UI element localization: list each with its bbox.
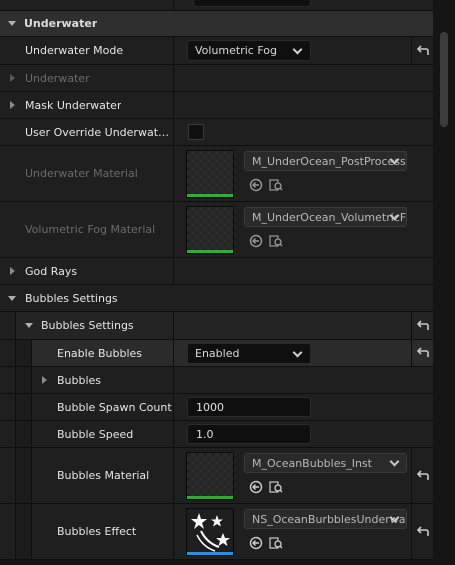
use-selected-arrow-icon[interactable] — [249, 178, 263, 192]
underwater-mode-value: Volumetric Fog — [195, 44, 277, 57]
underwater-material-label: Underwater Material — [25, 167, 138, 180]
row-enable-bubbles: Enable Bubbles Enabled — [0, 340, 433, 367]
row-bubbles-group[interactable]: Bubbles — [0, 367, 433, 394]
reset-bubbles-effect-button[interactable] — [411, 504, 433, 559]
row-underwater-mode: Underwater Mode Volumetric Fog — [0, 37, 433, 65]
underwater-mode-label: Underwater Mode — [25, 44, 124, 57]
browse-asset-icon[interactable] — [269, 480, 283, 494]
niagara-stars-icon — [191, 513, 230, 552]
bubble-speed-label: Bubble Speed — [57, 427, 134, 441]
underwater-material-picker[interactable]: M_UnderOcean_PostProcess — [244, 151, 407, 171]
reset-arrow-icon — [416, 347, 429, 357]
top-remnant-row — [0, 0, 433, 11]
use-selected-arrow-icon[interactable] — [249, 536, 263, 550]
vertical-scrollbar[interactable] — [433, 0, 455, 565]
bubbles-settings-sub-title: Bubbles Settings — [41, 319, 134, 332]
row-bubble-speed: Bubble Speed 1.0 — [0, 421, 433, 448]
reset-bubbles-material-button[interactable] — [411, 448, 433, 503]
enable-bubbles-label: Enable Bubbles — [57, 346, 143, 360]
bubbles-effect-label: Bubbles Effect — [57, 525, 137, 538]
bubble-speed-input[interactable]: 1.0 — [187, 424, 311, 444]
expand-arrow-icon[interactable] — [42, 376, 47, 384]
bubbles-settings-title: Bubbles Settings — [25, 291, 118, 305]
bubble-speed-value: 1.0 — [196, 427, 214, 441]
volumetric-fog-material-picker[interactable]: M_UnderOcean_VolumetricFog — [244, 207, 407, 227]
underwater-material-thumbnail[interactable] — [186, 150, 234, 198]
volumetric-fog-material-thumbnail[interactable] — [186, 206, 234, 254]
user-override-label: User Override Underwater... — [25, 125, 170, 139]
row-user-override: User Override Underwater... — [0, 119, 433, 146]
details-panel: Underwater Underwater Mode Volumetric Fo… — [0, 0, 455, 565]
row-bubbles-effect: Bubbles Effect NS_OceanBurbblesUnderwate… — [0, 504, 433, 560]
reset-bubbles-settings-button[interactable] — [411, 312, 433, 339]
expand-arrow-icon[interactable] — [10, 101, 15, 109]
expand-arrow-icon[interactable] — [10, 74, 15, 82]
reset-arrow-icon — [416, 469, 429, 480]
row-underwater-material: Underwater Material M_UnderOcean_PostPro… — [0, 146, 433, 202]
scrollbar-thumb[interactable] — [440, 32, 448, 127]
remnant-field — [193, 0, 311, 7]
expand-arrow-icon[interactable] — [8, 296, 16, 301]
bubble-spawn-count-value: 1000 — [196, 400, 224, 414]
bubbles-group-label: Bubbles — [57, 373, 102, 387]
group-bubbles-settings-sub[interactable]: Bubbles Settings — [0, 312, 433, 340]
bubble-spawn-count-input[interactable]: 1000 — [187, 397, 311, 417]
browse-asset-icon[interactable] — [269, 234, 283, 248]
volumetric-fog-material-label: Volumetric Fog Material — [25, 223, 156, 236]
underwater-mode-dropdown[interactable]: Volumetric Fog — [187, 40, 311, 61]
user-override-checkbox[interactable] — [188, 124, 204, 140]
chevron-down-icon — [292, 347, 303, 358]
use-selected-arrow-icon[interactable] — [249, 480, 263, 494]
underwater-material-value: M_UnderOcean_PostProcess — [252, 154, 406, 168]
volumetric-fog-material-value: M_UnderOcean_VolumetricFog — [252, 210, 407, 224]
category-underwater[interactable]: Underwater — [0, 11, 433, 37]
use-selected-arrow-icon[interactable] — [249, 234, 263, 248]
expand-arrow-icon[interactable] — [10, 267, 15, 275]
bubbles-material-picker[interactable]: M_OceanBubbles_Inst — [244, 453, 407, 473]
bubble-spawn-count-label: Bubble Spawn Count — [57, 400, 172, 414]
enable-bubbles-value: Enabled — [195, 347, 240, 360]
row-bubbles-material: Bubbles Material M_OceanBubbles_Inst — [0, 448, 433, 504]
bubbles-effect-picker[interactable]: NS_OceanBurbblesUnderwater — [244, 509, 407, 529]
mask-underwater-label: Mask Underwater — [25, 98, 122, 112]
enable-bubbles-dropdown[interactable]: Enabled — [187, 343, 311, 364]
browse-asset-icon[interactable] — [269, 536, 283, 550]
row-volumetric-fog-material: Volumetric Fog Material M_UnderOcean_Vol… — [0, 202, 433, 258]
reset-arrow-icon — [416, 319, 429, 330]
chevron-down-icon — [389, 456, 400, 467]
reset-arrow-icon — [416, 525, 429, 536]
group-bubbles-settings[interactable]: Bubbles Settings — [0, 285, 433, 312]
row-mask-underwater[interactable]: Mask Underwater — [0, 92, 433, 119]
bubbles-effect-value: NS_OceanBurbblesUnderwater — [252, 512, 407, 526]
row-underwater-group[interactable]: Underwater — [0, 65, 433, 92]
browse-asset-icon[interactable] — [269, 178, 283, 192]
chevron-down-icon — [292, 44, 303, 55]
bubbles-material-thumbnail[interactable] — [186, 452, 234, 500]
row-bubble-spawn-count: Bubble Spawn Count 1000 — [0, 394, 433, 421]
bubbles-material-label: Bubbles Material — [57, 469, 150, 482]
reset-enable-bubbles-button[interactable] — [411, 340, 433, 366]
bubbles-effect-thumbnail[interactable] — [186, 508, 234, 556]
reset-underwater-mode-button[interactable] — [411, 37, 433, 64]
expand-arrow-icon[interactable] — [25, 323, 33, 328]
row-god-rays[interactable]: God Rays — [0, 258, 433, 285]
reset-arrow-icon — [416, 44, 429, 55]
expand-arrow-icon[interactable] — [8, 21, 16, 26]
category-underwater-title: Underwater — [24, 17, 98, 30]
bubbles-material-value: M_OceanBubbles_Inst — [252, 456, 372, 470]
